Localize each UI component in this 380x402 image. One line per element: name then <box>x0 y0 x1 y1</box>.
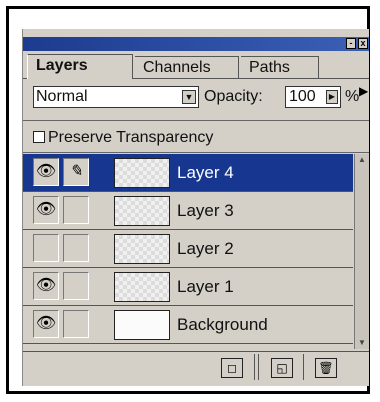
new-layer-icon[interactable]: ◱ <box>271 358 293 378</box>
minimize-button[interactable]: - <box>346 38 356 49</box>
palette-bottom-bar: ◻ ◱ 🗑 <box>23 351 369 382</box>
link-cell[interactable] <box>63 310 89 338</box>
tab-layers[interactable]: Layers <box>27 54 133 79</box>
divider <box>303 354 304 380</box>
visibility-cell[interactable] <box>33 234 59 262</box>
scroll-down-icon[interactable]: ▼ <box>356 337 368 349</box>
eye-icon[interactable]: 👁 <box>33 158 59 186</box>
eye-icon[interactable]: 👁 <box>33 310 59 338</box>
opacity-value: 100 <box>289 88 316 105</box>
preserve-transparency-label: Preserve Transparency <box>48 129 214 146</box>
divider <box>258 354 259 380</box>
palette-titlebar[interactable]: - x <box>23 37 369 51</box>
preserve-transparency-checkbox[interactable] <box>33 131 45 143</box>
scroll-up-icon[interactable]: ▲ <box>356 154 368 166</box>
layer-thumbnail <box>114 158 170 188</box>
opacity-field[interactable]: 100 ▶ <box>285 86 341 108</box>
layer-name: Layer 3 <box>177 201 234 220</box>
divider <box>23 152 369 153</box>
close-button[interactable]: x <box>358 38 368 49</box>
eye-icon[interactable]: 👁 <box>33 272 59 300</box>
layer-name: Layer 4 <box>177 163 234 182</box>
preserve-transparency-row[interactable]: Preserve Transparency <box>33 128 213 148</box>
tab-paths[interactable]: Paths <box>241 56 319 78</box>
layer-thumbnail <box>114 272 170 302</box>
blend-mode-select[interactable]: Normal ▼ <box>33 86 199 108</box>
link-cell[interactable] <box>63 272 89 300</box>
tab-channels[interactable]: Channels <box>135 56 239 78</box>
blend-mode-value: Normal <box>36 88 88 105</box>
opacity-label: Opacity: <box>204 88 263 105</box>
divider <box>23 120 369 121</box>
layer-row-layer-2[interactable]: Layer 2 <box>23 230 353 268</box>
layer-row-background[interactable]: 👁 Background <box>23 306 353 344</box>
divider <box>254 354 255 380</box>
layer-name: Layer 2 <box>177 239 234 258</box>
layer-name: Background <box>177 315 268 334</box>
eye-icon[interactable]: 👁 <box>33 196 59 224</box>
opacity-unit: % <box>345 88 360 105</box>
brush-icon[interactable]: ✎ <box>63 158 89 186</box>
mask-icon[interactable]: ◻ <box>221 358 243 378</box>
layers-palette: - x Layers Channels Paths ▶ Normal ▼ Opa… <box>22 29 369 386</box>
chevron-down-icon[interactable]: ▼ <box>182 90 196 104</box>
palette-tabs: Layers Channels Paths ▶ <box>23 53 369 98</box>
layer-row-layer-4[interactable]: 👁 ✎ Layer 4 <box>23 154 353 192</box>
blend-opacity-row: Normal ▼ Opacity: 100 ▶ % <box>23 86 369 110</box>
layer-thumbnail <box>114 234 170 264</box>
layer-name: Layer 1 <box>177 277 234 296</box>
opacity-arrow-icon[interactable]: ▶ <box>326 90 338 104</box>
layer-row-layer-1[interactable]: 👁 Layer 1 <box>23 268 353 306</box>
layer-row-layer-3[interactable]: 👁 Layer 3 <box>23 192 353 230</box>
layer-thumbnail <box>114 310 170 340</box>
layer-thumbnail <box>114 196 170 226</box>
layers-scrollbar[interactable]: ▲ ▼ <box>354 154 369 349</box>
link-cell[interactable] <box>63 196 89 224</box>
trash-icon[interactable]: 🗑 <box>315 358 337 378</box>
link-cell[interactable] <box>63 234 89 262</box>
